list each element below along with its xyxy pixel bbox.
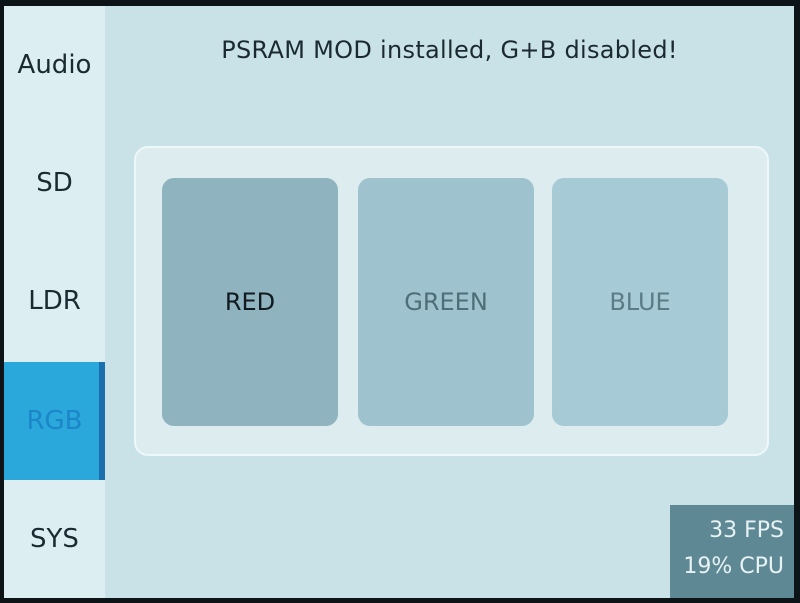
fps-readout: 33 FPS [709, 518, 784, 543]
tab-rgb-label: RGB [26, 406, 83, 436]
page-title: PSRAM MOD installed, G+B disabled! [221, 36, 678, 64]
blue-button-label: BLUE [609, 288, 671, 316]
green-button-label: GREEN [404, 288, 488, 316]
device-screen: Audio SD LDR RGB SYS PSRAM MOD installed… [4, 6, 794, 598]
tab-audio[interactable]: Audio [4, 6, 105, 124]
tab-sys[interactable]: SYS [4, 480, 105, 598]
tab-sys-label: SYS [30, 524, 79, 554]
tab-ldr-label: LDR [28, 286, 81, 316]
red-button[interactable]: RED [162, 178, 338, 426]
tab-sd[interactable]: SD [4, 124, 105, 242]
green-button[interactable]: GREEN [358, 178, 534, 426]
tab-audio-label: Audio [17, 50, 92, 80]
tab-rgb[interactable]: RGB [4, 362, 105, 480]
rgb-panel: RED GREEN BLUE [134, 146, 769, 456]
performance-stats: 33 FPS 19% CPU [670, 505, 794, 598]
sidebar: Audio SD LDR RGB SYS [4, 6, 105, 598]
tab-ldr[interactable]: LDR [4, 242, 105, 360]
cpu-readout: 19% CPU [683, 554, 784, 579]
red-button-label: RED [224, 288, 276, 316]
tab-sd-label: SD [36, 168, 73, 198]
blue-button[interactable]: BLUE [552, 178, 728, 426]
